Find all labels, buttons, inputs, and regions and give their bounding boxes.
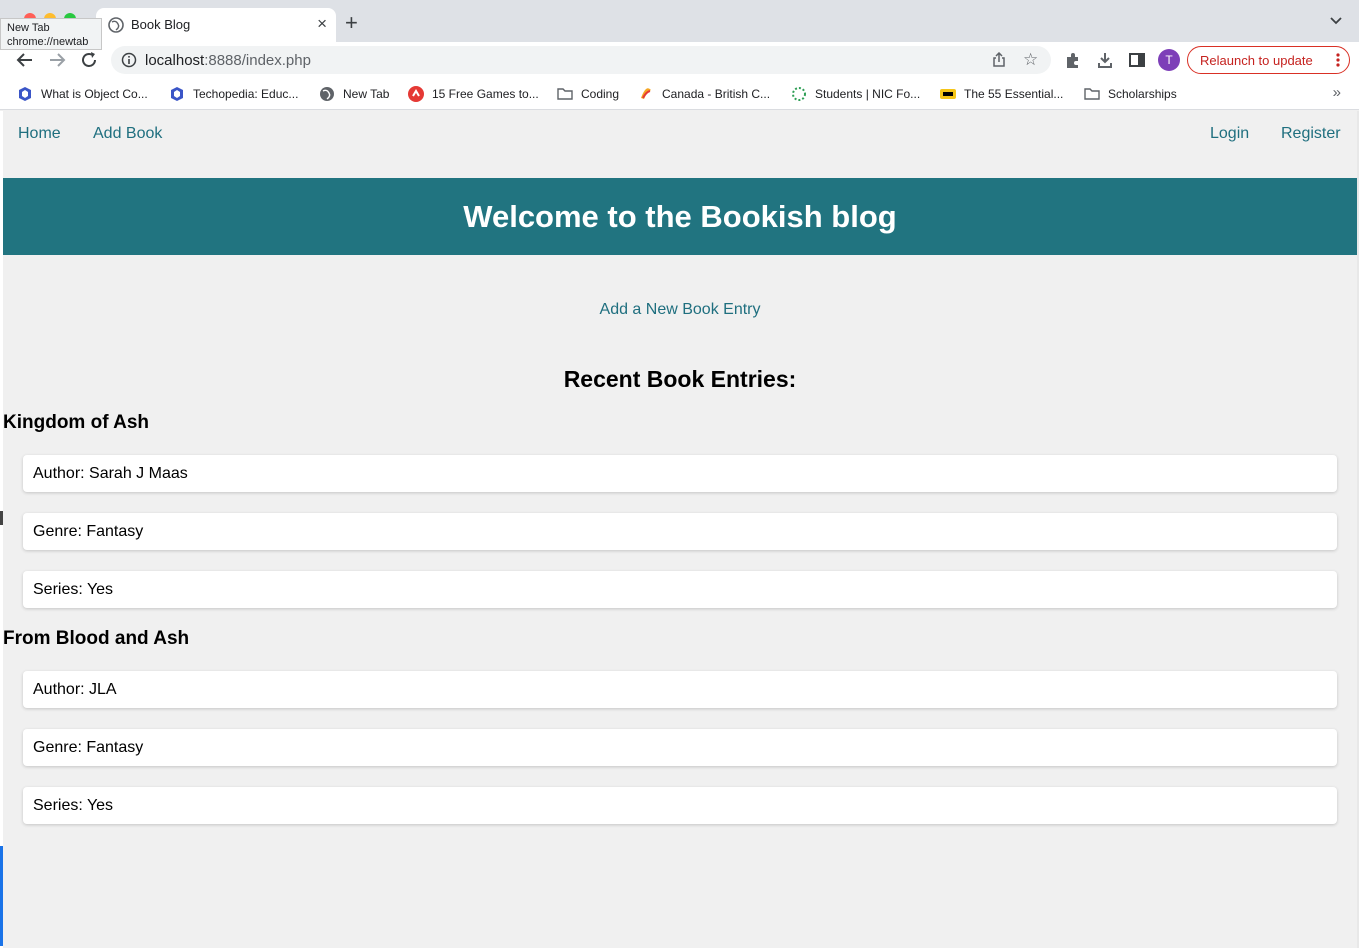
book-series-card: Series: Yes <box>23 787 1337 824</box>
book-title: Kingdom of Ash <box>3 412 149 433</box>
url-path: :8888/index.php <box>204 52 311 69</box>
url-host: localhost <box>145 52 205 69</box>
profile-avatar[interactable]: T <box>1158 49 1180 71</box>
tooltip-title: New Tab <box>7 22 50 34</box>
chevron-down-icon[interactable] <box>1329 15 1343 25</box>
bookmark-label: What is Object Co... <box>41 87 148 101</box>
hero-title: Welcome to the Bookish blog <box>463 199 897 234</box>
relaunch-button[interactable]: Relaunch to update <box>1187 46 1350 74</box>
bookmark-item[interactable]: New Tab <box>319 84 389 104</box>
globe-icon <box>320 87 334 101</box>
add-entry-link-wrap: Add a New Book Entry <box>3 301 1357 319</box>
bookmark-label: 15 Free Games to... <box>432 87 539 101</box>
forward-arrow-icon[interactable] <box>47 50 67 70</box>
book-author-card: Author: JLA <box>23 671 1337 708</box>
recent-entries-heading: Recent Book Entries: <box>563 366 797 392</box>
site-icon <box>408 86 424 102</box>
bookmark-item[interactable]: What is Object Co... <box>17 84 148 104</box>
bookmark-label: New Tab <box>343 87 390 101</box>
book-title: From Blood and Ash <box>3 628 190 649</box>
nav-login-link[interactable]: Login <box>1210 125 1249 143</box>
tab-strip: Book Blog × + New Tab chrome://newtab <box>0 0 1359 50</box>
nav-register-link[interactable]: Register <box>1281 125 1341 143</box>
bookmark-label: Scholarships <box>1108 87 1177 101</box>
nav-home-link[interactable]: Home <box>18 125 61 143</box>
url-text: localhost:8888/index.php <box>145 52 311 69</box>
site-icon <box>171 87 183 101</box>
book-genre-card: Genre: Fantasy <box>23 729 1337 766</box>
site-icon <box>19 87 31 101</box>
bookmarks-overflow-button[interactable]: » <box>1333 84 1341 101</box>
tab-tooltip: New Tab chrome://newtab <box>0 18 102 50</box>
address-bar[interactable]: localhost:8888/index.php ☆ <box>111 46 1051 74</box>
back-arrow-icon[interactable] <box>15 50 35 70</box>
bookmark-label: Techopedia: Educ... <box>193 87 299 101</box>
new-tab-button[interactable]: + <box>345 12 358 34</box>
book-author-card: Author: Sarah J Maas <box>23 455 1337 492</box>
bookmark-label: Coding <box>581 87 620 101</box>
info-icon[interactable] <box>121 52 137 68</box>
share-icon[interactable] <box>991 52 1007 68</box>
page-content: Home Add Book Login Register Welcome to … <box>3 111 1357 948</box>
hero-banner: Welcome to the Bookish blog <box>3 178 1357 255</box>
bookmark-label: Students | NIC Fo... <box>815 87 921 101</box>
book-genre-card: Genre: Fantasy <box>23 513 1337 550</box>
side-panel-icon[interactable] <box>1128 51 1146 69</box>
imdb-icon <box>940 89 956 99</box>
book-series-card: Series: Yes <box>23 571 1337 608</box>
bookmark-item[interactable]: The 55 Essential... <box>940 84 1063 104</box>
tab-book-blog[interactable]: Book Blog × <box>96 8 336 42</box>
reload-icon[interactable] <box>79 50 99 70</box>
bookmark-item[interactable]: Canada - British C... <box>638 84 770 104</box>
globe-icon <box>108 17 124 33</box>
add-new-book-entry-link[interactable]: Add a New Book Entry <box>600 301 761 318</box>
bookmark-folder[interactable]: Coding <box>557 84 619 104</box>
nav-add-book-link[interactable]: Add Book <box>93 125 162 143</box>
bookmarks-bar: What is Object Co... Techopedia: Educ...… <box>0 78 1359 110</box>
more-vert-icon[interactable] <box>1336 53 1340 67</box>
bookmark-star-icon[interactable]: ☆ <box>1023 51 1038 68</box>
bookmark-item[interactable]: 15 Free Games to... <box>408 84 539 104</box>
bookmark-label: Canada - British C... <box>662 87 771 101</box>
relaunch-label: Relaunch to update <box>1200 53 1313 68</box>
bookmark-folder[interactable]: Scholarships <box>1084 84 1177 104</box>
site-icon <box>641 88 651 99</box>
download-icon[interactable] <box>1096 51 1114 69</box>
tooltip-url: chrome://newtab <box>7 36 89 48</box>
close-tab-icon[interactable]: × <box>317 14 327 34</box>
browser-toolbar: localhost:8888/index.php ☆ T Relaunch to… <box>0 42 1359 78</box>
extensions-icon[interactable] <box>1064 51 1082 69</box>
folder-icon <box>557 88 573 100</box>
bookmark-item[interactable]: Students | NIC Fo... <box>791 84 920 104</box>
spinner-icon <box>792 87 806 101</box>
folder-icon <box>1084 88 1100 100</box>
tab-title: Book Blog <box>131 17 191 32</box>
bookmark-item[interactable]: Techopedia: Educ... <box>169 84 298 104</box>
bookmark-label: The 55 Essential... <box>964 87 1064 101</box>
